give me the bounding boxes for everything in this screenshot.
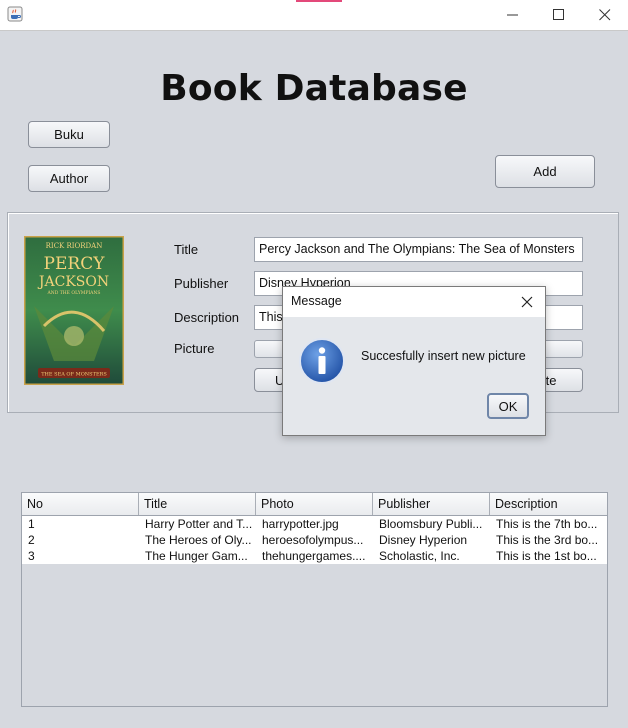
cover-subtitle: AND THE OLYMPIANS	[47, 290, 101, 296]
ok-button[interactable]: OK	[487, 393, 529, 419]
author-button[interactable]: Author	[28, 165, 110, 192]
dialog-title: Message	[291, 294, 342, 308]
maximize-button[interactable]	[536, 0, 582, 30]
table-cell: harrypotter.jpg	[262, 517, 339, 531]
dialog-title-bar: Message	[283, 287, 545, 317]
cover-title-line1: PERCY	[44, 254, 106, 274]
table-cell: Disney Hyperion	[379, 533, 468, 547]
table-row[interactable]: 1 Harry Potter and T... harrypotter.jpg …	[22, 516, 607, 532]
book-cover-image: RICK RIORDAN PERCY JACKSON AND THE OLYMP…	[24, 236, 124, 385]
title-label: Title	[174, 242, 199, 257]
publisher-label: Publisher	[174, 276, 229, 291]
table-cell: This is the 1st bo...	[496, 549, 597, 563]
dialog-close-icon[interactable]	[519, 294, 535, 310]
books-table[interactable]: No Title Photo Publisher Description 1 H…	[21, 492, 608, 707]
picture-label: Picture	[174, 341, 215, 356]
window-title-bar	[0, 0, 628, 31]
column-header-description[interactable]: Description	[490, 493, 607, 515]
table-cell: This is the 7th bo...	[496, 517, 598, 531]
table-cell: heroesofolympus...	[262, 533, 364, 547]
title-field[interactable]: Percy Jackson and The Olympians: The Sea…	[254, 237, 583, 262]
info-icon	[299, 338, 345, 384]
cover-title-line2: JACKSON	[37, 274, 109, 290]
cover-author: RICK RIORDAN	[46, 242, 103, 250]
table-cell: The Hunger Gam...	[145, 549, 248, 563]
table-header: No Title Photo Publisher Description	[22, 493, 607, 516]
table-cell: Scholastic, Inc.	[379, 549, 460, 563]
table-cell: 3	[28, 549, 35, 563]
minimize-button[interactable]	[490, 0, 536, 30]
maximize-icon	[553, 9, 564, 20]
column-header-publisher[interactable]: Publisher	[373, 493, 490, 515]
column-header-title[interactable]: Title	[139, 493, 256, 515]
java-coffee-icon	[7, 6, 23, 22]
add-button[interactable]: Add	[495, 155, 595, 188]
cover-book-name: THE SEA OF MONSTERS	[41, 372, 107, 378]
close-icon	[599, 9, 611, 21]
close-button[interactable]	[582, 0, 628, 30]
table-cell: This is the 3rd bo...	[496, 533, 599, 547]
column-header-no[interactable]: No	[22, 493, 139, 515]
table-cell: Bloomsbury Publi...	[379, 517, 483, 531]
table-cell: thehungergames....	[262, 549, 366, 563]
page-title: Book Database	[160, 68, 468, 109]
table-cell: 2	[28, 533, 35, 547]
table-cell: Harry Potter and T...	[145, 517, 253, 531]
table-row[interactable]: 2 The Heroes of Oly... heroesofolympus..…	[22, 532, 607, 548]
title-bar-accent	[296, 0, 342, 2]
message-dialog: Message Succesfully insert new picture O…	[282, 286, 546, 436]
table-cell: 1	[28, 517, 35, 531]
table-cell: The Heroes of Oly...	[145, 533, 252, 547]
buku-button[interactable]: Buku	[28, 121, 110, 148]
description-label: Description	[174, 310, 240, 325]
dialog-message: Succesfully insert new picture	[361, 349, 526, 363]
column-header-photo[interactable]: Photo	[256, 493, 373, 515]
table-row[interactable]: 3 The Hunger Gam... thehungergames.... S…	[22, 548, 607, 564]
minimize-icon	[507, 14, 518, 16]
